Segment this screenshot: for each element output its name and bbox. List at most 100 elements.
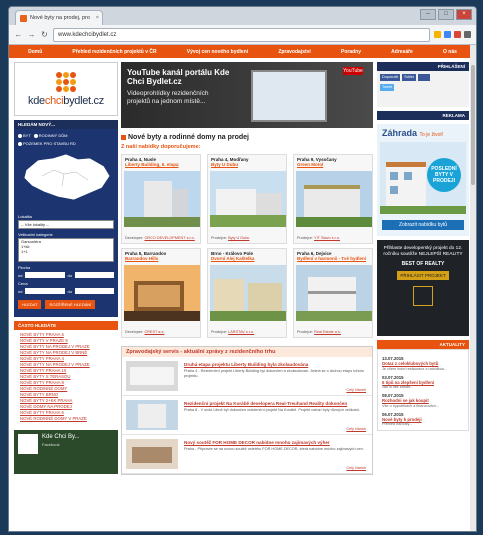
project-image [210, 265, 286, 321]
project-card[interactable]: Praha 4, Nusle Liberty Building, II. etap… [121, 154, 201, 244]
category-list[interactable]: Garsoniéra 1+kk 1+1 [18, 238, 114, 262]
search-panel: BYT RODINNÝ DŮM POZEMEK PRO STAVBU RD Lo… [14, 129, 118, 317]
browser-toolbar: ← → ↻ www.kdechcibydlet.cz [9, 25, 476, 45]
project-image [210, 171, 286, 227]
window-controls: – □ × [420, 9, 472, 20]
close-tab-icon[interactable]: × [96, 15, 99, 21]
extension-icon[interactable] [444, 31, 451, 38]
left-column: kdechcibydlet.cz HLEDÁM NOVÝ... BYT RODI… [14, 62, 118, 474]
minimize-icon[interactable]: – [420, 9, 436, 20]
fb-share-button[interactable]: Sdílet [402, 74, 416, 81]
price-from-input[interactable] [25, 288, 65, 294]
news-title[interactable]: Druhá etapa projektu Liberty Building by… [184, 362, 308, 367]
fb-recommend-button[interactable]: Doporučit [380, 74, 401, 81]
property-type-radios: BYT RODINNÝ DŮM POZEMEK PRO STAVBU RD [18, 133, 114, 146]
radio-byt[interactable]: BYT [18, 133, 31, 138]
project-title: Praha 5, Barrandov Barrandov Hills [125, 251, 167, 261]
nav-item[interactable]: Přehled rezidenčních projektů v ČR [72, 49, 156, 55]
news-item[interactable]: Nový soutěž FOR HOME DECOR nabídne mnoho… [122, 435, 372, 474]
news-more-link[interactable]: Celý článek [346, 388, 366, 392]
nav-item[interactable]: Adresáře [391, 49, 413, 55]
project-card[interactable]: Praha 6, Dejvice Bydlení v harmonii - Tvé… [293, 248, 373, 338]
browser-tab[interactable]: Nové byty na prodej, pro × [15, 10, 103, 25]
best-of-realty-ad[interactable]: Přihlaste developerský projekt do 12. ro… [377, 240, 469, 336]
nav-item[interactable]: Poradny [341, 49, 361, 55]
aktual-text: Přehled nabídky... [382, 422, 413, 426]
nav-item[interactable]: Vývoj cen nového bydlení [187, 49, 248, 55]
extension-icon[interactable] [454, 31, 461, 38]
radio-pozemek[interactable]: POZEMEK PRO STAVBU RD [18, 141, 76, 146]
maximize-icon[interactable]: □ [438, 9, 454, 20]
nav-item[interactable]: O nás [443, 49, 457, 55]
news-section: Zpravodajský servis - aktuální zprávy z … [121, 346, 373, 475]
area-label: Plocha [18, 265, 31, 270]
forward-icon[interactable]: → [27, 30, 36, 39]
advanced-search-button[interactable]: ROZŠÍŘENÉ HLEDÁNÍ [45, 300, 96, 309]
news-text: Praha 8 - V srdci Libně byl dokončen rez… [184, 408, 360, 412]
news-more-link[interactable]: Celý článek [346, 427, 366, 431]
youtube-banner[interactable]: YouTube kanál portálu Kde Chci Bydlet.cz… [121, 62, 373, 128]
zahrada-ad[interactable]: Záhrada To je život! POSLEDNÍ BYTY V PRO… [377, 124, 469, 236]
right-column: PŘIHLÁŠENÍ Doporučit Sdílet Tweet REKLAM… [377, 62, 469, 431]
project-card[interactable]: Praha 4, Modřany Byty U Dubu Prodejce: By… [207, 154, 287, 244]
page-scrollbar[interactable] [470, 45, 476, 531]
project-title: Praha 4, Modřany Byty U Dubu [211, 157, 249, 167]
project-card[interactable]: Praha 9, Vysočany Green Motol Prodejce: Y… [293, 154, 373, 244]
news-item[interactable]: Druhá etapa projektu Liberty Building by… [122, 357, 372, 396]
price-to-input[interactable] [74, 288, 114, 294]
area-to-input[interactable] [74, 272, 114, 278]
from-label: od [18, 288, 23, 294]
facebook-widget[interactable]: Kde Chci By... Facebook [14, 430, 118, 474]
news-thumbnail [126, 400, 178, 430]
bullet-icon [121, 135, 126, 140]
star-icon[interactable] [434, 31, 441, 38]
toolbar-icons [434, 31, 471, 38]
fb-sub: Facebook [42, 442, 60, 447]
news-title[interactable]: Rezidenční projekt Na Korábě developera … [184, 401, 347, 406]
recommend-heading: Z naší nabídky doporučujeme: [121, 144, 201, 150]
location-select[interactable]: -- Vše lokality -- [18, 220, 114, 229]
scroll-thumb[interactable] [471, 65, 475, 185]
search-buttons: HLEDAT ROZŠÍŘENÉ HLEDÁNÍ [18, 300, 114, 309]
tweet-button[interactable]: Tweet [380, 84, 395, 91]
price-range: od do [18, 288, 114, 294]
project-title: Praha 4, Nusle Liberty Building, II. etap… [125, 157, 179, 167]
often-link[interactable]: NOVÉ RODINNÉ DOMY V PRAZE [20, 416, 112, 422]
news-text: Praha - Připravte se na novou soutěž vel… [184, 447, 364, 451]
news-thumbnail [126, 361, 178, 391]
logo-text: kdechcibydlet.cz [28, 94, 104, 107]
to-label: do [67, 288, 72, 294]
project-image [296, 265, 372, 321]
ad-offer-button[interactable]: Zobrazit nabídku bytů [382, 220, 464, 230]
search-header: HLEDÁM NOVÝ... [14, 120, 118, 129]
fb-avatar [18, 434, 38, 454]
ad2-button[interactable]: PŘIHLÁSIT PROJEKT [397, 271, 449, 280]
search-button[interactable]: HLEDAT [18, 300, 42, 309]
news-more-link[interactable]: Celý článek [346, 466, 366, 470]
location-label: Lokalita [18, 214, 32, 219]
menu-icon[interactable] [464, 31, 471, 38]
area-range: od do [18, 272, 114, 278]
close-window-icon[interactable]: × [456, 9, 472, 20]
center-column: YouTube kanál portálu Kde Chci Bydlet.cz… [121, 62, 373, 475]
project-card[interactable]: Praha 5, Barrandov Barrandov Hills Develo… [121, 248, 201, 338]
ads-header: REKLAMA [377, 111, 469, 120]
czech-map[interactable] [18, 150, 114, 205]
banner-subtitle: Videoprohlídky rezidenčních projektů na … [127, 90, 209, 105]
project-developer: Prodejce: Byty U Dubu [211, 236, 250, 240]
site-logo[interactable]: kdechcibydlet.cz [14, 62, 118, 116]
news-item[interactable]: Rezidenční projekt Na Korábě developera … [122, 396, 372, 435]
news-title[interactable]: Nový soutěž FOR HOME DECOR nabídne mnoho… [184, 440, 330, 445]
radio-dum[interactable]: RODINNÝ DŮM [33, 133, 67, 138]
address-bar[interactable]: www.kdechcibydlet.cz [53, 27, 430, 42]
news-right-header: AKTUALITY [377, 340, 469, 349]
gplus-icon[interactable] [417, 74, 430, 81]
nav-item[interactable]: Domů [28, 49, 42, 55]
project-card[interactable]: Brno - Královo Pole Dvorní Alej Kaštelka … [207, 248, 287, 338]
reload-icon[interactable]: ↻ [40, 30, 49, 39]
back-icon[interactable]: ← [14, 30, 23, 39]
project-developer: Prodejce: YIT Stavo s.r.o. [297, 236, 340, 240]
project-image [296, 171, 372, 227]
nav-item[interactable]: Zpravodajství [278, 49, 311, 55]
area-from-input[interactable] [25, 272, 65, 278]
